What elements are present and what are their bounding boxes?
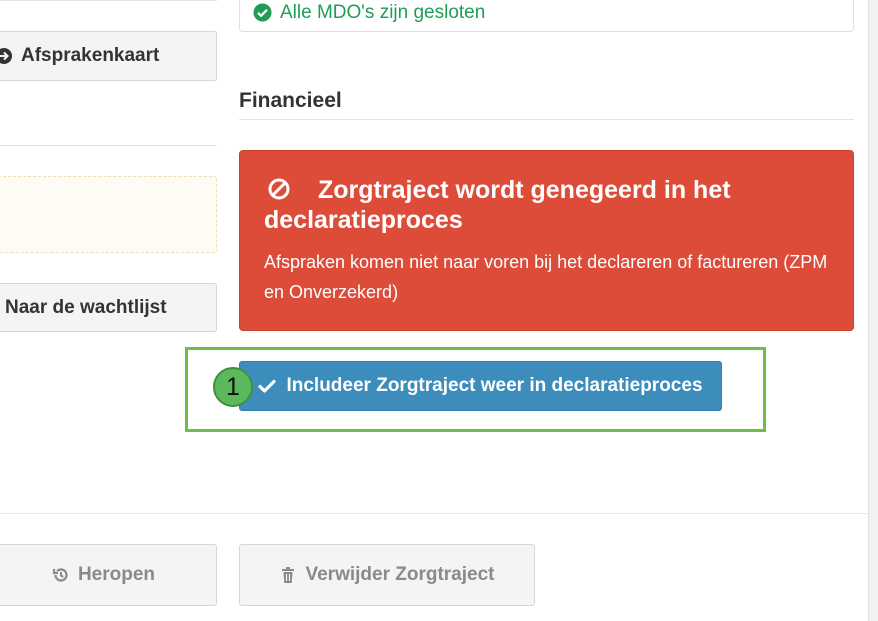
financieel-divider	[239, 119, 854, 120]
left-top-divider	[0, 0, 217, 1]
alert-title-row: Zorgtraject wordt genegeerd in het decla…	[264, 175, 829, 235]
wachtlijst-button[interactable]: Naar de wachtlijst	[0, 283, 217, 332]
delete-zorgtraject-button[interactable]: Verwijder Zorgtraject	[239, 544, 535, 606]
left-divider	[0, 145, 217, 146]
scrollbar-track[interactable]	[868, 0, 878, 621]
trash-icon	[279, 566, 297, 584]
heropen-button[interactable]: Heropen	[0, 544, 217, 606]
afsprakenkaart-button[interactable]: Afsprakenkaart	[0, 31, 217, 81]
step-number-badge: 1	[213, 367, 253, 407]
include-declaratie-button[interactable]: Includeer Zorgtraject weer in declaratie…	[239, 361, 722, 411]
declaratie-alert: Zorgtraject wordt genegeerd in het decla…	[239, 150, 854, 331]
delete-label: Verwijder Zorgtraject	[305, 564, 495, 585]
mdo-status-panel: Alle MDO's zijn gesloten	[239, 0, 854, 32]
financieel-heading: Financieel	[239, 89, 342, 112]
alert-title: Zorgtraject wordt genegeerd in het decla…	[264, 176, 731, 234]
ban-icon	[268, 177, 290, 200]
include-button-label: Includeer Zorgtraject weer in declaratie…	[286, 375, 703, 396]
arrow-circle-icon	[0, 47, 13, 65]
empty-placeholder-box	[0, 176, 217, 253]
wachtlijst-label: Naar de wachtlijst	[5, 296, 167, 318]
afsprakenkaart-label: Afsprakenkaart	[21, 45, 160, 66]
alert-body: Afspraken komen niet naar voren bij het …	[264, 252, 828, 302]
check-circle-icon	[253, 3, 272, 22]
history-icon	[52, 566, 70, 584]
mdo-status-text: Alle MDO's zijn gesloten	[280, 1, 486, 23]
heropen-label: Heropen	[77, 564, 156, 585]
footer-divider	[0, 513, 868, 514]
check-icon	[258, 377, 277, 395]
